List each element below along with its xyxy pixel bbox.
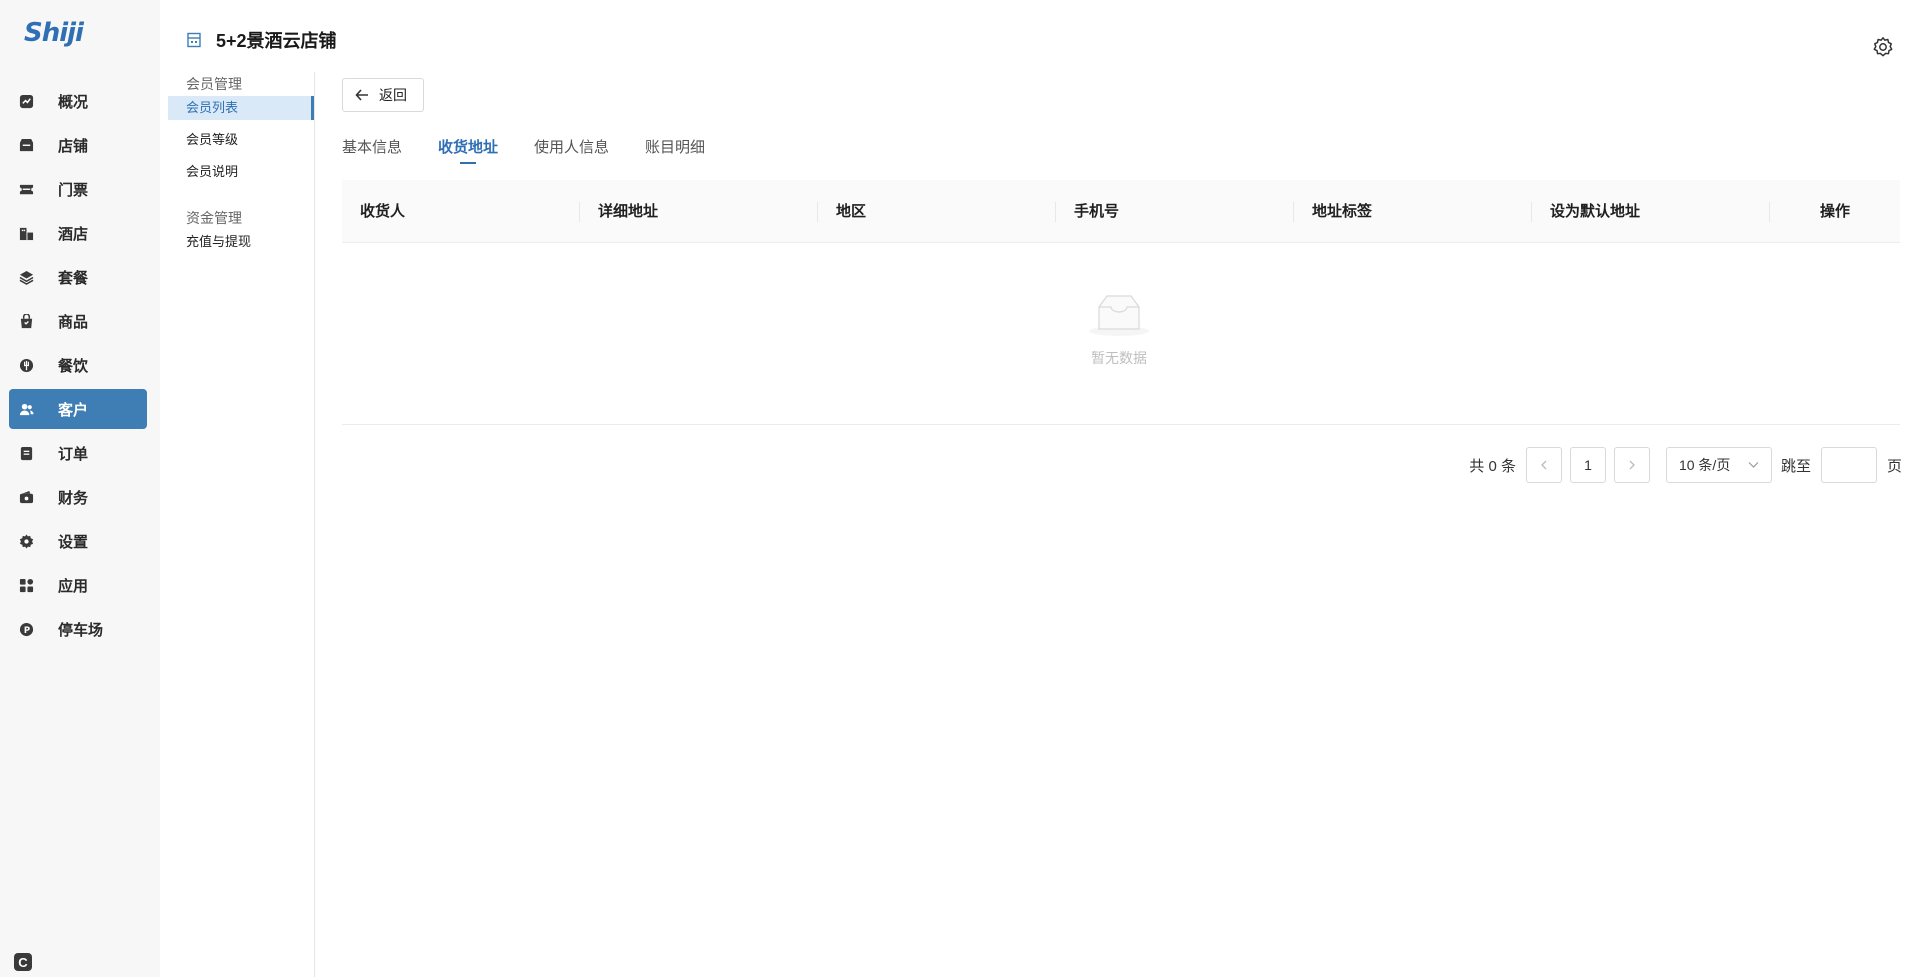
nav-item-apps[interactable]: 应用 <box>9 565 147 605</box>
bag-icon <box>18 313 34 329</box>
shiji-logo[interactable]: Shiji <box>24 18 84 52</box>
tab-account-details[interactable]: 账目明细 <box>645 136 705 166</box>
nav-item-goods[interactable]: 商品 <box>9 301 147 341</box>
main-sidebar: Shiji 概况 店铺 门票 酒店 套餐 商品 餐饮 客户 订单 财务 设置 应… <box>0 0 160 977</box>
next-page-button[interactable] <box>1613 447 1650 483</box>
nav-item-customer[interactable]: 客户 <box>9 389 147 429</box>
nav-item-shop[interactable]: 店铺 <box>9 125 147 165</box>
apps-icon <box>18 577 34 593</box>
column-header-receiver: 收货人 <box>342 180 580 243</box>
page-suffix: 页 <box>1886 457 1902 475</box>
submenu-item-member-info[interactable]: 会员说明 <box>168 160 314 184</box>
column-header-tag: 地址标签 <box>1294 180 1532 243</box>
nav-item-hotel[interactable]: 酒店 <box>9 213 147 253</box>
page-number-1[interactable]: 1 <box>1569 447 1606 483</box>
chart-icon <box>18 93 34 109</box>
column-header-default: 设为默认地址 <box>1532 180 1770 243</box>
column-header-actions: 操作 <box>1819 202 1850 220</box>
submenu-item-member-level[interactable]: 会员等级 <box>168 128 314 152</box>
nav-item-parking[interactable]: P 停车场 <box>9 609 147 649</box>
nav-label: 客户 <box>58 401 89 419</box>
chevron-right-icon <box>1629 460 1635 470</box>
settings-gear-icon[interactable] <box>1872 36 1894 58</box>
nav-label: 应用 <box>58 577 89 595</box>
back-button[interactable]: 返回 <box>342 78 424 112</box>
nav-label: 套餐 <box>58 269 89 287</box>
empty-text: 暂无数据 <box>1091 350 1147 366</box>
submenu-item-member-list[interactable]: 会员列表 <box>168 96 314 120</box>
table-empty-state: 暂无数据 <box>342 243 1900 425</box>
column-header-address: 详细地址 <box>580 180 818 243</box>
nav-item-ticket[interactable]: 门票 <box>9 169 147 209</box>
nav-label: 酒店 <box>58 225 89 243</box>
store-name: 5+2景酒云店铺 <box>216 31 337 51</box>
dining-icon <box>18 357 34 373</box>
address-table: 收货人 详细地址 地区 手机号 地址标签 设为默认地址 操作 暂无数据 <box>342 180 1900 425</box>
logo-text: Shiji <box>24 18 84 48</box>
pagination: 共 0 条 1 10 条/页 跳至 页 <box>1469 447 1902 483</box>
nav-item-package[interactable]: 套餐 <box>9 257 147 297</box>
wallet-icon <box>18 489 34 505</box>
parking-icon: P <box>18 621 34 637</box>
chevron-down-icon <box>1748 462 1759 468</box>
layers-icon <box>18 269 34 285</box>
nav-label: 门票 <box>58 181 89 199</box>
nav-item-overview[interactable]: 概况 <box>9 81 147 121</box>
arrow-left-icon <box>355 88 369 102</box>
nav-label: 设置 <box>58 533 89 551</box>
nav-item-order[interactable]: 订单 <box>9 433 147 473</box>
jump-page-input[interactable] <box>1820 447 1877 483</box>
tab-user-info[interactable]: 使用人信息 <box>534 136 609 166</box>
ticket-icon <box>18 181 34 197</box>
shop-icon <box>18 137 34 153</box>
nav-label: 订单 <box>58 445 89 463</box>
users-icon <box>18 401 34 417</box>
store-header: 5+2景酒云店铺 <box>186 27 337 53</box>
column-header-phone: 手机号 <box>1056 180 1294 243</box>
page-size-value: 10 条/页 <box>1678 457 1731 473</box>
nav-item-dining[interactable]: 餐饮 <box>9 345 147 385</box>
total-count: 共 0 条 <box>1469 457 1516 475</box>
empty-inbox-icon <box>1087 293 1151 337</box>
sub-menu: 会员管理 会员列表 会员等级 会员说明 资金管理 充值与提现 <box>168 72 315 977</box>
nav-item-finance[interactable]: 财务 <box>9 477 147 517</box>
submenu-group-title: 会员管理 <box>186 76 242 92</box>
detail-tabs: 基本信息 收货地址 使用人信息 账目明细 <box>342 136 741 166</box>
page-size-select[interactable]: 10 条/页 <box>1665 447 1772 483</box>
submenu-item-recharge[interactable]: 充值与提现 <box>168 230 314 254</box>
nav-label: 餐饮 <box>58 357 89 375</box>
nav-label: 商品 <box>58 313 89 331</box>
hotel-icon <box>18 225 34 241</box>
tab-basic-info[interactable]: 基本信息 <box>342 136 402 166</box>
jump-label: 跳至 <box>1780 457 1811 475</box>
gear-icon <box>18 533 34 549</box>
back-label: 返回 <box>379 87 407 103</box>
order-icon <box>18 445 34 461</box>
collapse-icon[interactable]: C <box>14 953 32 971</box>
main-nav: 概况 店铺 门票 酒店 套餐 商品 餐饮 客户 订单 财务 设置 应用 P 停车… <box>9 81 147 653</box>
prev-page-button[interactable] <box>1525 447 1562 483</box>
store-icon <box>186 32 202 48</box>
nav-item-settings[interactable]: 设置 <box>9 521 147 561</box>
table-header: 收货人 详细地址 地区 手机号 地址标签 设为默认地址 操作 <box>342 180 1900 243</box>
svg-text:P: P <box>23 624 29 634</box>
tab-shipping-address[interactable]: 收货地址 <box>438 136 498 166</box>
nav-label: 概况 <box>58 93 89 111</box>
nav-label: 店铺 <box>58 137 89 155</box>
nav-label: 财务 <box>58 489 89 507</box>
nav-label: 停车场 <box>58 621 104 639</box>
submenu-group-title: 资金管理 <box>186 210 242 226</box>
chevron-left-icon <box>1541 460 1547 470</box>
column-header-region: 地区 <box>818 180 1056 243</box>
